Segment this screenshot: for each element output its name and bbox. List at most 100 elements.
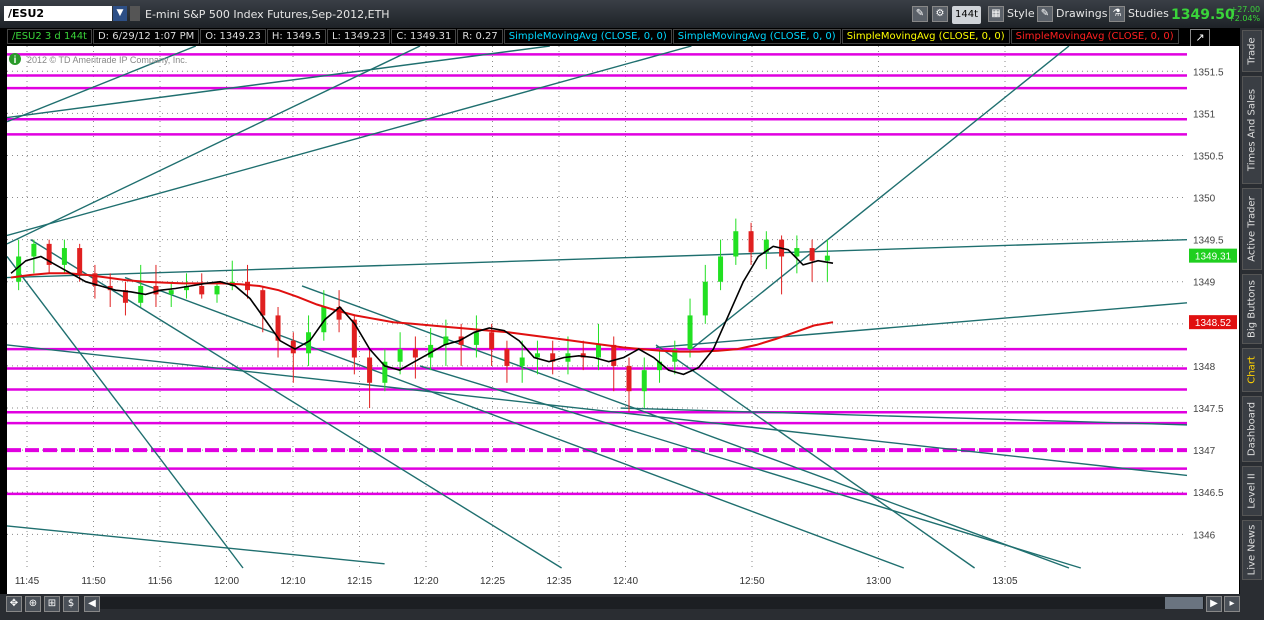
tab-big-buttons-label: Big Buttons [1246,280,1258,338]
style-label: Style [1007,7,1035,20]
tab-times-and-sales[interactable]: Times And Sales [1242,76,1262,184]
copyright-text: 2012 © TD Ameritrade IP Company, Inc. [27,55,187,65]
candle-body [77,248,83,274]
price-change: +27.00 +2.04% [1228,5,1260,23]
x-tick-label: 13:00 [866,576,891,587]
info-close: C: 1349.31 [391,29,457,44]
info-open: O: 1349.23 [200,29,266,44]
last-price: 1349.50 [1171,7,1235,23]
drawings-button[interactable]: ✎ Drawings [1037,5,1107,23]
symbol-link-icon[interactable] [130,6,140,21]
info-low: L: 1349.23 [326,29,391,44]
y-tick-label: 1350 [1193,194,1216,205]
x-tick-label: 13:05 [992,576,1017,587]
candle-body [519,357,525,366]
info-icon-glyph: i [14,55,17,66]
x-tick-label: 12:15 [347,576,372,587]
candle-body [595,344,601,358]
candle-body [473,332,479,345]
watermark: i 2012 © TD Ameritrade IP Company, Inc. [9,53,187,66]
top-toolbar: /ESU2 ▼ E-mini S&P 500 Index Futures,Sep… [0,0,1264,29]
ticks-label: 144t [952,6,982,24]
candle-body [824,255,830,261]
tab-trade-label: Trade [1246,37,1258,65]
x-tick-label: 12:35 [546,576,571,587]
symbol-description: E-mini S&P 500 Index Futures,Sep-2012,ET… [145,8,390,21]
horizontal-scrollbar[interactable] [96,597,1204,609]
scroll-left-icon[interactable]: ◀ [84,596,100,612]
x-tick-label: 12:40 [613,576,638,587]
pan-icon[interactable]: ✥ [6,596,22,612]
y-tick-label: 1347.5 [1193,404,1224,415]
candle-body [534,353,540,358]
study-label-3[interactable]: SimpleMovingAvg (CLOSE, 0, 0) [841,29,1010,44]
price-scale-icon[interactable]: $ [63,596,79,612]
info-high: H: 1349.5 [266,29,326,44]
tab-chart[interactable]: Chart [1242,348,1262,392]
tab-level-ii[interactable]: Level II [1242,466,1262,516]
tab-level-ii-label: Level II [1246,473,1258,509]
settings-icon[interactable]: ⚙ [932,5,951,23]
x-tick-label: 11:45 [15,576,40,587]
candle-body [641,370,647,392]
candle-body [214,285,220,295]
scroll-right-icon[interactable]: ▶ [1206,596,1222,612]
tab-live-news[interactable]: Live News [1242,520,1262,580]
studies-label: Studies [1128,7,1169,20]
candle-body [367,357,373,383]
tab-dashboard-label: Dashboard [1246,401,1258,457]
candle-body [260,290,266,316]
y-tick-label: 1348 [1193,362,1216,373]
change-pct: +2.04% [1228,14,1261,23]
tab-active-trader[interactable]: Active Trader [1242,188,1262,270]
drawing-tool-icon[interactable]: ↗ [1190,29,1210,47]
candle-body [168,290,174,295]
tab-active-trader-label: Active Trader [1246,196,1258,262]
y-tick-label: 1346 [1193,530,1216,541]
x-tick-label: 12:50 [739,576,764,587]
y-tick-label: 1346.5 [1193,488,1224,499]
info-range: R: 0.27 [457,29,503,44]
y-tick-label: 1347 [1193,446,1216,457]
symbol-input[interactable]: /ESU2 [4,6,112,21]
x-tick-label: 12:10 [280,576,305,587]
y-tick-label: 1351 [1193,109,1216,120]
candle-body [61,248,67,265]
y-tick-label: 1349.5 [1193,236,1224,247]
drawings-label: Drawings [1056,7,1108,20]
candle-body [748,231,754,253]
tab-dashboard[interactable]: Dashboard [1242,396,1262,462]
studies-button[interactable]: ⚗ Studies [1109,5,1169,23]
expand-icon[interactable]: ▸ [1224,596,1240,612]
crosshair-icon[interactable]: ⊞ [44,596,60,612]
y-tick-label: 1349 [1193,278,1216,289]
flask-icon: ⚗ [1109,6,1125,22]
study-label-1[interactable]: SimpleMovingAvg (CLOSE, 0, 0) [503,29,672,44]
tab-big-buttons[interactable]: Big Buttons [1242,274,1262,344]
tab-live-news-label: Live News [1246,524,1258,576]
candle-body [718,256,724,282]
tab-chart-label: Chart [1246,356,1258,384]
candle-body [702,281,708,316]
tab-trade[interactable]: Trade [1242,30,1262,72]
price-chart[interactable]: 1351.513511350.513501349.513491348.51348… [7,46,1239,594]
style-icon: ▦ [988,6,1004,22]
style-button[interactable]: ▦ Style [988,5,1035,23]
bottom-toolbar: ✥ ⊕ ⊞ $ ◀ ▶ ▸ [0,594,1264,620]
candle-body [31,243,37,257]
tools-icon[interactable]: ✎ [912,5,931,23]
study-label-2[interactable]: SimpleMovingAvg (CLOSE, 0, 0) [672,29,841,44]
candle-body [626,365,632,392]
symbol-dropdown-icon[interactable]: ▼ [113,6,127,21]
candle-body [412,349,418,358]
x-tick-label: 11:50 [81,576,106,587]
candle-body [733,231,739,257]
price-tag-label: 1348.52 [1195,318,1232,329]
info-date: D: 6/29/12 1:07 PM [92,29,200,44]
candle-body [809,248,815,261]
zoom-icon[interactable]: ⊕ [25,596,41,612]
ticks-button[interactable]: 144t [952,5,982,24]
info-symbol-period: /ESU2 3 d 144t [7,29,92,44]
study-label-4[interactable]: SimpleMovingAvg (CLOSE, 0, 0) [1010,29,1179,44]
scrollbar-thumb[interactable] [1165,597,1203,609]
